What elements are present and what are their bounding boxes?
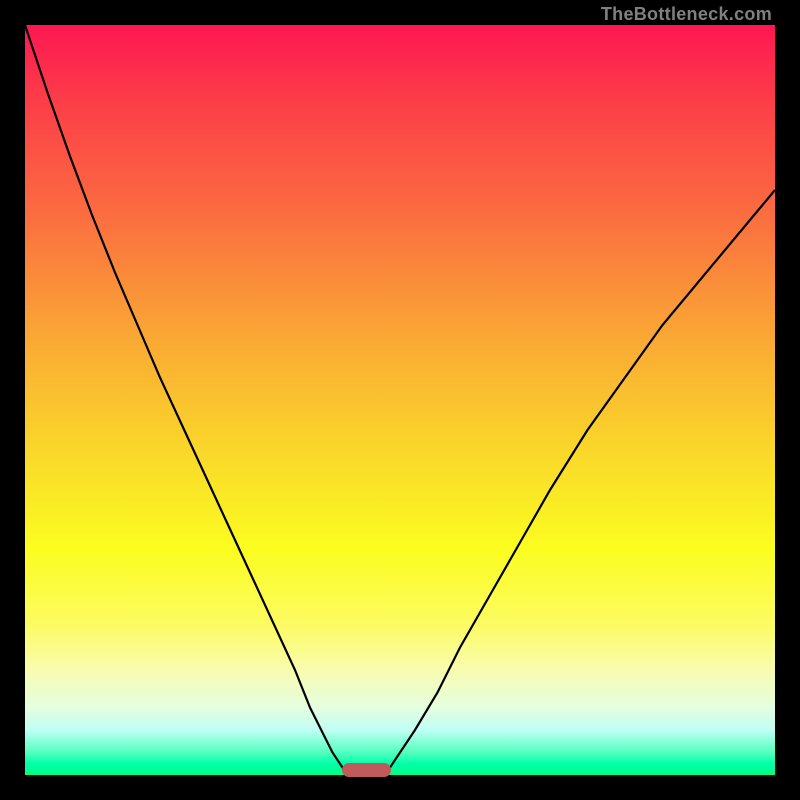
left-curve <box>25 25 348 775</box>
right-curve <box>385 190 775 775</box>
chart-area <box>25 25 775 775</box>
bottleneck-marker <box>342 763 391 777</box>
curve-overlay <box>25 25 775 775</box>
watermark-text: TheBottleneck.com <box>601 4 772 25</box>
